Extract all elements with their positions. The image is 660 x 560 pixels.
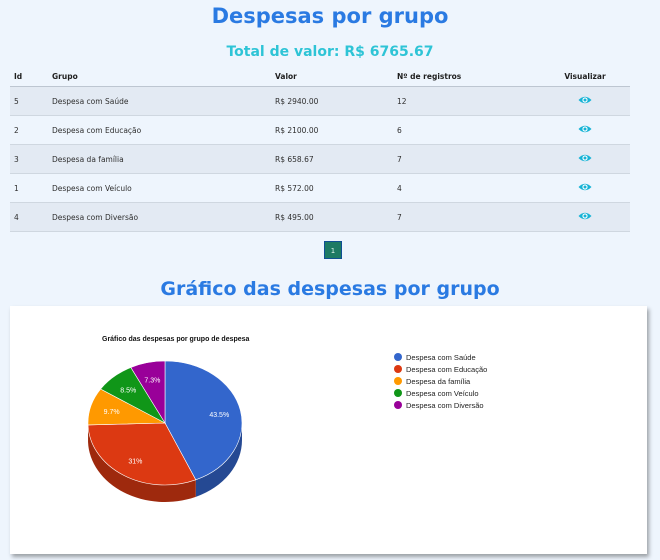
cell-id: 3 — [10, 144, 48, 174]
cell-valor: R$ 658.67 — [271, 144, 393, 174]
table-row: 2 Despesa com Educação R$ 2100.00 6 — [10, 115, 630, 145]
cell-id: 2 — [10, 115, 48, 145]
cell-valor: R$ 572.00 — [271, 173, 393, 203]
table-header-row: Id Grupo Valor Nº de registros Visualiza… — [10, 66, 630, 87]
eye-icon[interactable] — [578, 95, 592, 105]
pie-chart: Gráfico das despesas por grupo de despes… — [87, 336, 487, 502]
page-title: Despesas por grupo — [211, 4, 449, 28]
cell-id: 1 — [10, 173, 48, 203]
cell-id: 5 — [10, 86, 48, 116]
pie-slice-label: 8.5% — [120, 388, 136, 395]
legend-label: Despesa com Educação — [406, 365, 487, 374]
column-header-valor: Valor — [271, 66, 393, 87]
chart-card: Gráfico das despesas por grupo de despes… — [10, 306, 647, 554]
cell-registros: 4 — [393, 173, 536, 203]
cell-id: 4 — [10, 202, 48, 232]
column-header-id: Id — [10, 66, 48, 87]
cell-registros: 7 — [393, 202, 536, 232]
cell-visualizar — [536, 115, 630, 145]
cell-valor: R$ 2940.00 — [271, 86, 393, 116]
cell-visualizar — [536, 173, 630, 203]
cell-grupo: Despesa com Veículo — [48, 173, 271, 203]
cell-valor: R$ 495.00 — [271, 202, 393, 232]
eye-icon[interactable] — [578, 182, 592, 192]
cell-grupo: Despesa com Diversão — [48, 202, 271, 232]
cell-registros: 7 — [393, 144, 536, 174]
expenses-table: Id Grupo Valor Nº de registros Visualiza… — [10, 66, 630, 232]
column-header-grupo: Grupo — [48, 66, 271, 87]
pagination-page-button[interactable]: 1 — [324, 241, 342, 259]
cell-visualizar — [536, 86, 630, 116]
legend-swatch — [394, 353, 402, 361]
pie-slice-label: 31% — [128, 459, 142, 466]
legend-swatch — [394, 365, 402, 373]
legend-label: Despesa com Veículo — [406, 389, 479, 398]
table-row: 4 Despesa com Diversão R$ 495.00 7 — [10, 202, 630, 232]
table-row: 3 Despesa da família R$ 658.67 7 — [10, 144, 630, 174]
legend-label: Despesa com Saúde — [406, 353, 476, 362]
cell-grupo: Despesa da família — [48, 144, 271, 174]
legend-swatch — [394, 401, 402, 409]
legend-swatch — [394, 377, 402, 385]
eye-icon[interactable] — [578, 124, 592, 134]
eye-icon[interactable] — [578, 211, 592, 221]
table-row: 1 Despesa com Veículo R$ 572.00 4 — [10, 173, 630, 203]
legend-label: Despesa da família — [406, 377, 471, 386]
eye-icon[interactable] — [578, 153, 592, 163]
column-header-registros: Nº de registros — [393, 66, 536, 87]
legend-swatch — [394, 389, 402, 397]
pie-slice-label: 7.3% — [144, 378, 160, 385]
cell-registros: 12 — [393, 86, 536, 116]
total-value: Total de valor: R$ 6765.67 — [226, 44, 434, 60]
cell-registros: 6 — [393, 115, 536, 145]
pie-slice-label: 9.7% — [104, 409, 120, 416]
cell-grupo: Despesa com Saúde — [48, 86, 271, 116]
cell-valor: R$ 2100.00 — [271, 115, 393, 145]
pie-slice-label: 43.5% — [209, 412, 229, 419]
table-row: 5 Despesa com Saúde R$ 2940.00 12 — [10, 86, 630, 116]
cell-grupo: Despesa com Educação — [48, 115, 271, 145]
legend-label: Despesa com Diversão — [406, 401, 484, 410]
chart-section-heading: Gráfico das despesas por grupo — [160, 278, 500, 300]
cell-visualizar — [536, 202, 630, 232]
cell-visualizar — [536, 144, 630, 174]
chart-title: Gráfico das despesas por grupo de despes… — [102, 336, 250, 343]
column-header-visualizar: Visualizar — [536, 66, 630, 87]
